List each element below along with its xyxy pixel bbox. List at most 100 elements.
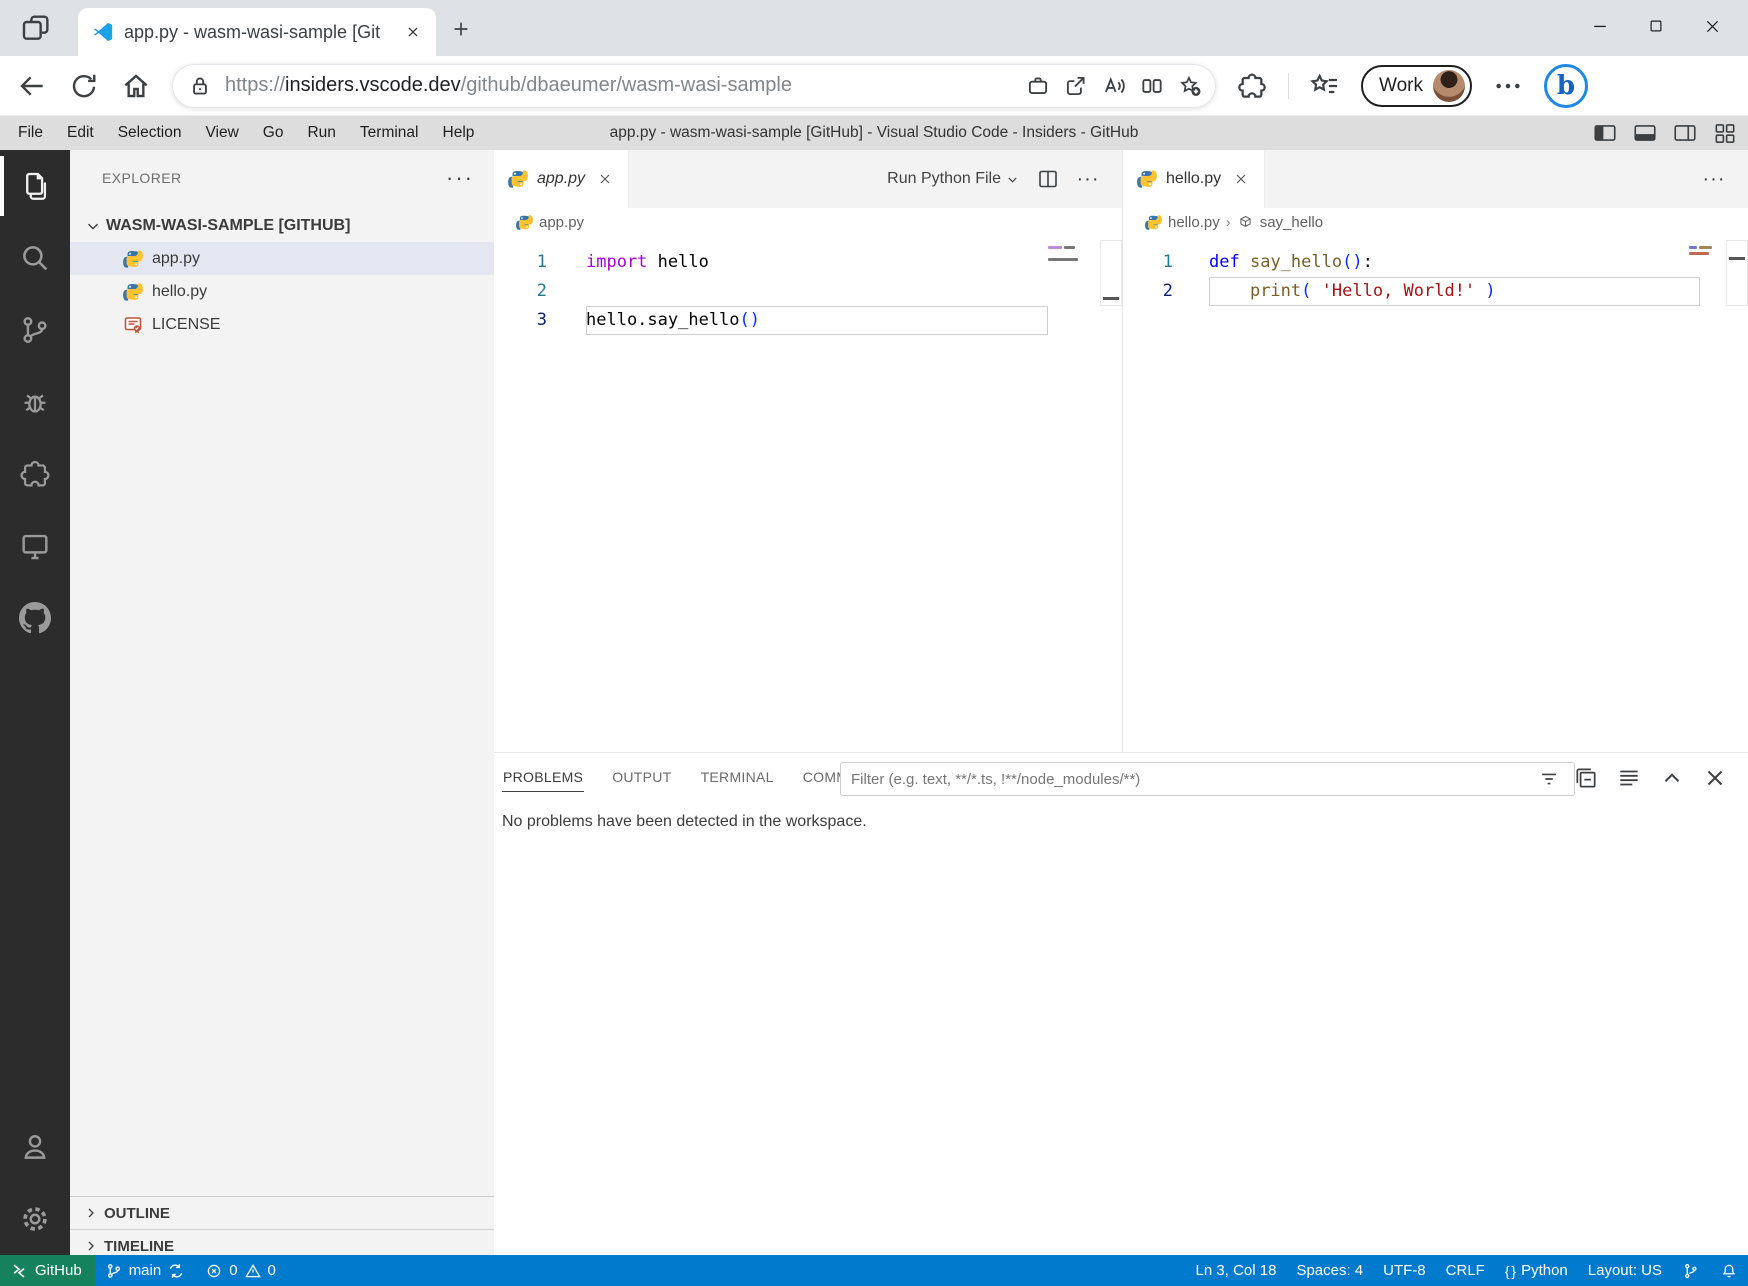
bing-chat-icon[interactable]: b: [1544, 64, 1588, 108]
activity-source-control-icon[interactable]: [0, 294, 70, 366]
code-line[interactable]: import hello: [586, 248, 1048, 277]
browser-more-icon[interactable]: [1492, 70, 1524, 102]
app-install-icon[interactable]: [1025, 73, 1051, 99]
filter-icon[interactable]: [1538, 768, 1560, 790]
branch-graph-status[interactable]: [1672, 1255, 1710, 1286]
menu-go[interactable]: Go: [251, 116, 296, 150]
profile-button[interactable]: Work: [1361, 65, 1472, 107]
code-line[interactable]: [586, 277, 1048, 306]
overview-ruler[interactable]: [1100, 240, 1122, 306]
code-lines[interactable]: def say_hello(): print( 'Hello, World!' …: [1209, 248, 1700, 306]
collapse-all-icon[interactable]: [1573, 765, 1599, 791]
tab-hello-py[interactable]: hello.py: [1123, 150, 1265, 208]
window-close-button[interactable]: [1684, 0, 1740, 52]
sidebar-title: EXPLORER: [102, 170, 446, 186]
problems-filter-input[interactable]: [840, 762, 1575, 796]
menu-file[interactable]: File: [6, 116, 55, 150]
code-line[interactable]: def say_hello():: [1209, 248, 1700, 277]
sidebar-more-icon[interactable]: ···: [446, 165, 474, 191]
breadcrumb-file[interactable]: hello.py: [1168, 214, 1220, 231]
maximize-panel-icon[interactable]: [1659, 765, 1685, 791]
profile-label: Work: [1379, 75, 1423, 97]
new-tab-button[interactable]: [446, 14, 476, 44]
status-utf-8[interactable]: UTF-8: [1373, 1255, 1436, 1286]
read-aloud-icon[interactable]: [1101, 73, 1127, 99]
menu-help[interactable]: Help: [431, 116, 487, 150]
close-panel-icon[interactable]: [1702, 765, 1728, 791]
toggle-secondary-sidebar-icon[interactable]: [1672, 120, 1698, 146]
activity-extensions-icon[interactable]: [0, 438, 70, 510]
menu-selection[interactable]: Selection: [106, 116, 194, 150]
share-icon[interactable]: [1063, 73, 1089, 99]
menu-terminal[interactable]: Terminal: [348, 116, 431, 150]
code-line[interactable]: print( 'Hello, World!' ): [1209, 277, 1700, 306]
extensions-puzzle-icon[interactable]: [1236, 70, 1268, 102]
menu-run[interactable]: Run: [295, 116, 347, 150]
favorites-bar-icon[interactable]: [1309, 70, 1341, 102]
branch-status[interactable]: main: [95, 1255, 196, 1286]
status-ln-3-col-18[interactable]: Ln 3, Col 18: [1186, 1255, 1287, 1286]
lock-icon[interactable]: [187, 73, 213, 99]
status-python[interactable]: { }Python: [1495, 1255, 1578, 1286]
minimap[interactable]: [1048, 244, 1082, 262]
browser-tab-close-icon[interactable]: [400, 19, 426, 45]
toggle-panel-icon[interactable]: [1632, 120, 1658, 146]
breadcrumb[interactable]: app.py: [494, 208, 1122, 236]
notifications-status[interactable]: [1710, 1255, 1748, 1286]
activity-run-debug-icon[interactable]: [0, 366, 70, 438]
screen: app.py - wasm-wasi-sample [Git https://i…: [0, 0, 1748, 1286]
breadcrumb[interactable]: hello.py › say_hello: [1123, 208, 1748, 236]
view-as-table-icon[interactable]: [1616, 765, 1642, 791]
customize-layout-icon[interactable]: [1712, 120, 1738, 146]
run-python-file-button[interactable]: Run Python File: [887, 170, 1020, 188]
accounts-icon[interactable]: [0, 1111, 70, 1183]
activity-search-icon[interactable]: [0, 222, 70, 294]
settings-gear-icon[interactable]: [0, 1183, 70, 1255]
breadcrumb-symbol[interactable]: say_hello: [1260, 214, 1323, 231]
url-text[interactable]: https://insiders.vscode.dev/github/dbaeu…: [225, 74, 1013, 97]
refresh-icon[interactable]: [68, 70, 100, 102]
menu-view[interactable]: View: [193, 116, 250, 150]
add-favorite-icon[interactable]: [1177, 73, 1203, 99]
window-minimize-button[interactable]: [1572, 0, 1628, 52]
home-icon[interactable]: [120, 70, 152, 102]
toggle-primary-sidebar-icon[interactable]: [1592, 120, 1618, 146]
tab-app-py[interactable]: app.py: [494, 150, 629, 208]
file-row-app-py[interactable]: app.py: [70, 242, 494, 275]
file-row-license[interactable]: LICENSE: [70, 308, 494, 341]
code-lines[interactable]: import hello hello.say_hello(): [586, 248, 1048, 335]
panel-tab-output[interactable]: OUTPUT: [611, 763, 672, 791]
activity-remote-explorer-icon[interactable]: [0, 510, 70, 582]
tree-root[interactable]: WASM-WASI-SAMPLE [GITHUB]: [70, 210, 494, 242]
tab-activity-icon[interactable]: [20, 13, 52, 43]
file-row-hello-py[interactable]: hello.py: [70, 275, 494, 308]
tab-close-icon[interactable]: [594, 168, 616, 190]
split-screen-icon[interactable]: [1139, 73, 1165, 99]
window-maximize-button[interactable]: [1628, 0, 1684, 52]
panel-tab-problems[interactable]: PROBLEMS: [502, 763, 584, 792]
problems-status[interactable]: 0 0: [195, 1255, 286, 1286]
address-bar[interactable]: https://insiders.vscode.dev/github/dbaeu…: [172, 64, 1216, 108]
breadcrumb-file[interactable]: app.py: [539, 214, 584, 231]
remote-indicator[interactable]: GitHub: [0, 1255, 95, 1286]
tab-close-icon[interactable]: [1230, 168, 1252, 190]
panel-tab-terminal[interactable]: TERMINAL: [700, 763, 775, 791]
status-crlf[interactable]: CRLF: [1436, 1255, 1495, 1286]
code-editor[interactable]: 123 import hellohello.say_hello(): [494, 236, 1122, 752]
code-editor[interactable]: 12 def say_hello(): print( 'Hello, World…: [1123, 236, 1748, 752]
activity-github-icon[interactable]: [0, 582, 70, 654]
status-spaces-4[interactable]: Spaces: 4: [1286, 1255, 1373, 1286]
overview-ruler[interactable]: [1726, 240, 1748, 306]
outline-section-header[interactable]: OUTLINE: [70, 1196, 494, 1229]
code-line[interactable]: hello.say_hello(): [586, 306, 1048, 335]
editor-more-icon[interactable]: ···: [1702, 167, 1726, 191]
status-layout-us[interactable]: Layout: US: [1578, 1255, 1672, 1286]
activity-explorer-icon[interactable]: [0, 150, 70, 222]
menu-edit[interactable]: Edit: [55, 116, 106, 150]
minimap[interactable]: [1689, 244, 1715, 256]
editor-more-icon[interactable]: ···: [1076, 167, 1100, 191]
browser-tabstrip: app.py - wasm-wasi-sample [Git: [0, 0, 1748, 56]
back-icon[interactable]: [16, 70, 48, 102]
split-editor-icon[interactable]: [1036, 167, 1060, 191]
browser-tab[interactable]: app.py - wasm-wasi-sample [Git: [78, 8, 436, 56]
